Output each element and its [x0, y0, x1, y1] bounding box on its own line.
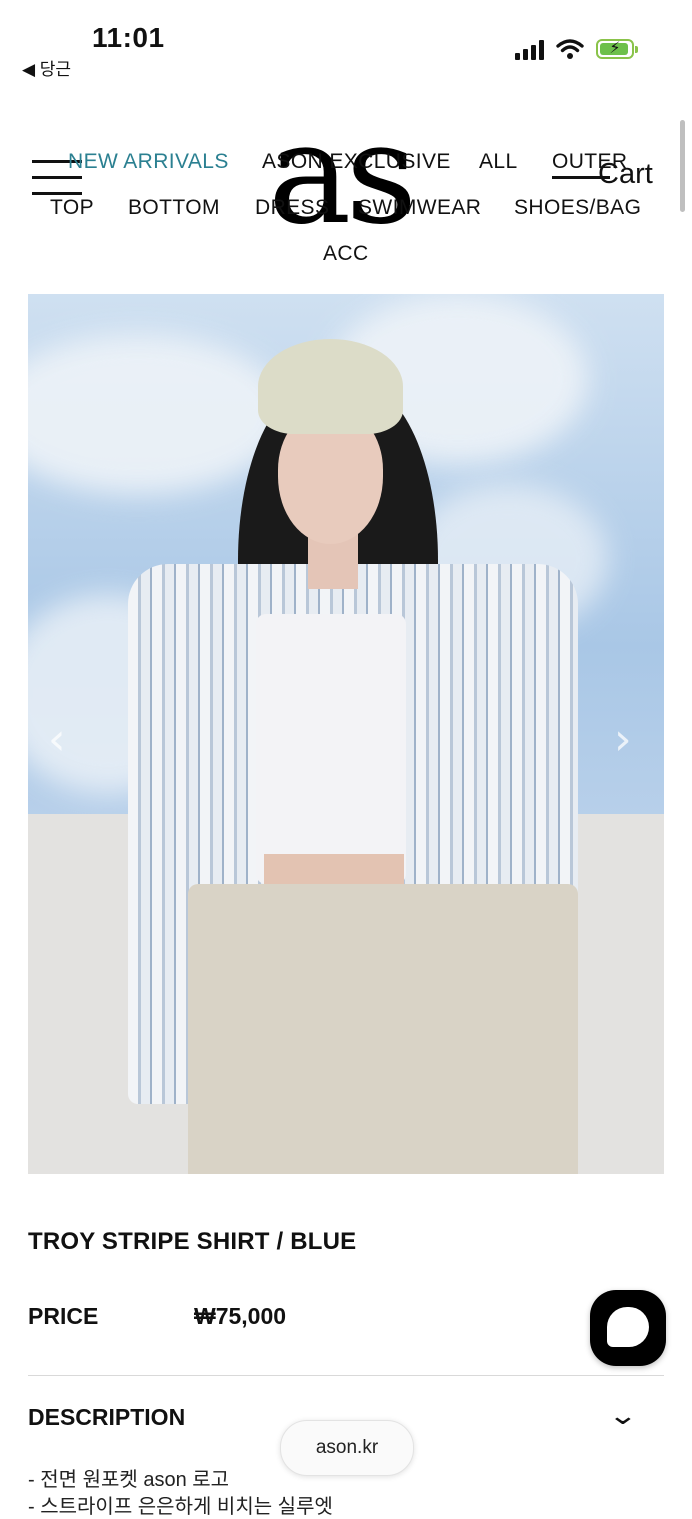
cart-link[interactable]: Cart [598, 158, 653, 191]
scrollbar[interactable] [680, 120, 685, 212]
nav-shoes-bag[interactable]: SHOES/BAG [514, 196, 641, 220]
divider [28, 1375, 664, 1376]
chat-bubble-icon [607, 1307, 649, 1347]
battery-icon: ⚡ [596, 39, 638, 59]
wifi-icon [556, 39, 584, 59]
back-to-app-link[interactable]: ◀ 당근 [22, 55, 71, 80]
price-value: ₩75,000 [194, 1303, 287, 1329]
browser-url-pill[interactable]: ason.kr [280, 1420, 414, 1476]
description-line: - 스트라이프 은은하게 비치는 실루엣 [28, 1496, 333, 1518]
nav-ason-exclusive[interactable]: ASON EXCLUSIVE [262, 150, 451, 174]
chevron-down-icon[interactable]: ⌄ [608, 1400, 639, 1431]
carousel-prev-icon[interactable]: ‹ [48, 714, 66, 765]
nav-acc[interactable]: ACC [323, 242, 369, 266]
price-label: PRICE [28, 1303, 99, 1329]
nav-dress[interactable]: DRESS [255, 196, 329, 220]
product-title: TROY STRIPE SHIRT / BLUE [28, 1228, 357, 1255]
status-time: 11:01 [92, 22, 165, 53]
brand-logo[interactable]: as [268, 105, 417, 245]
chat-button[interactable] [590, 1290, 666, 1366]
nav-new-arrivals[interactable]: NEW ARRIVALS [68, 150, 229, 174]
description-line: - 전면 원포켓 ason 로고 [28, 1469, 230, 1491]
carousel-next-icon[interactable]: › [614, 714, 632, 765]
product-image[interactable]: ‹ › [28, 294, 664, 1174]
status-icons: ⚡ [515, 38, 638, 60]
description-toggle[interactable]: DESCRIPTION [28, 1404, 185, 1431]
nav-top[interactable]: TOP [50, 196, 94, 220]
nav-all[interactable]: ALL [479, 150, 518, 174]
nav-bottom[interactable]: BOTTOM [128, 196, 220, 220]
signal-icon [515, 38, 544, 60]
nav-swimwear[interactable]: SWIMWEAR [358, 196, 481, 220]
